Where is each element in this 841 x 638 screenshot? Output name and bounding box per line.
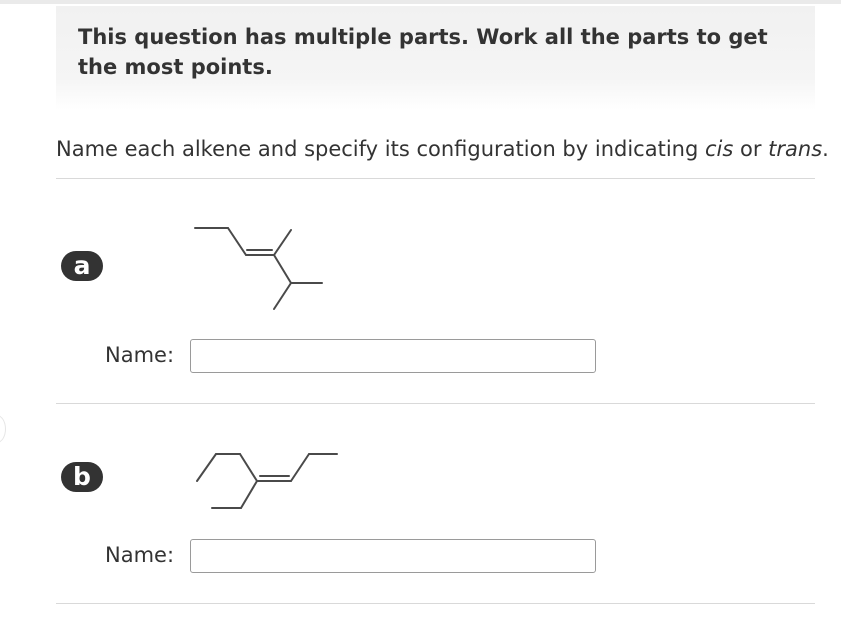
part-b-name-input[interactable] <box>190 539 596 573</box>
part-a-name-input[interactable] <box>190 339 596 373</box>
divider <box>56 178 815 179</box>
edge-handle <box>0 415 6 443</box>
part-b-name-label: Name: <box>105 543 175 567</box>
part-a-name-label: Name: <box>105 343 175 367</box>
multipart-notice-banner: This question has multiple parts. Work a… <box>56 6 815 110</box>
top-divider <box>0 0 841 4</box>
prompt-cis-term: cis <box>704 137 734 161</box>
bond <box>240 480 258 509</box>
bond <box>273 229 292 256</box>
part-a-alkene-structure <box>194 227 323 310</box>
bond <box>290 453 310 482</box>
bond <box>239 453 258 482</box>
part-b-alkene-structure <box>196 453 338 509</box>
part-a-badge: a <box>61 251 103 281</box>
bond <box>273 282 292 310</box>
multipart-notice-text: This question has multiple parts. Work a… <box>78 25 768 79</box>
bond <box>196 453 217 482</box>
bond <box>227 227 247 256</box>
prompt-lead-text: Name each alkene and specify its configu… <box>56 137 705 161</box>
prompt-end-text: . <box>822 137 829 161</box>
prompt-middle-text: or <box>733 137 769 161</box>
prompt-trans-term: trans <box>768 137 823 161</box>
divider <box>56 603 815 604</box>
bond <box>273 254 292 284</box>
question-prompt: Name each alkene and specify its configu… <box>56 134 829 164</box>
part-b-badge: b <box>61 462 103 492</box>
divider <box>56 403 815 404</box>
